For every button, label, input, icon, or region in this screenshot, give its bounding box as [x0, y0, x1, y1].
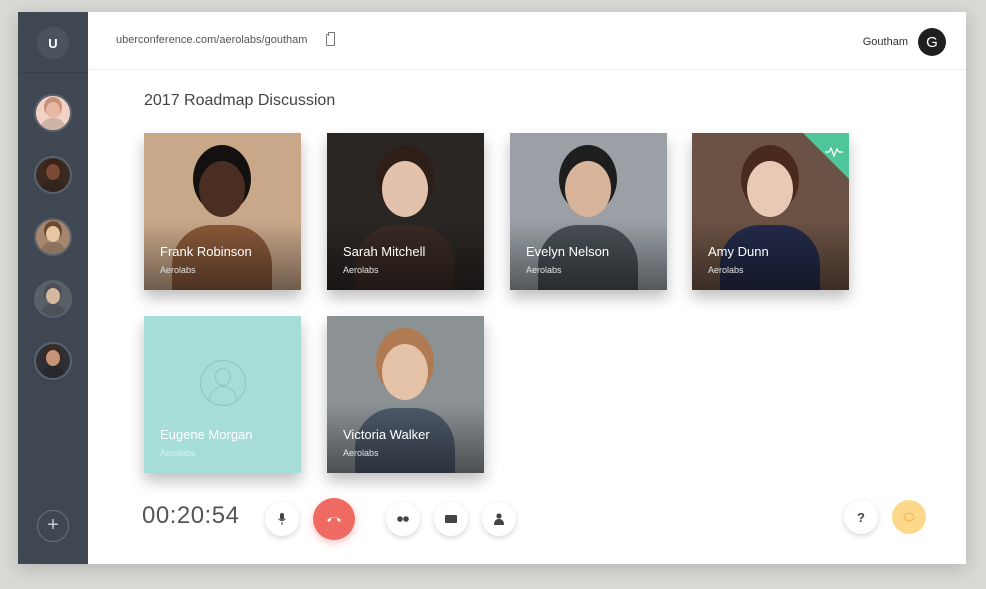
call-timer: 00:20:54	[142, 502, 240, 529]
participant-name: Eugene Morgan	[160, 427, 253, 442]
participant-face	[199, 161, 245, 217]
participant-org: Aerolabs	[160, 448, 196, 458]
microphone-icon	[278, 513, 286, 525]
participant-tile[interactable]: Eugene Morgan Aerolabs	[144, 316, 301, 473]
participant-name: Sarah Mitchell	[343, 244, 426, 259]
participant-name: Evelyn Nelson	[526, 244, 610, 259]
sidebar-participant-avatar[interactable]	[34, 218, 72, 256]
end-call-button[interactable]	[313, 498, 355, 540]
participant-org: Aerolabs	[160, 265, 196, 275]
clipboard-icon[interactable]	[326, 32, 335, 46]
chat-button[interactable]	[892, 500, 926, 534]
mute-button[interactable]	[265, 502, 299, 536]
add-participant-button[interactable]: +	[37, 510, 69, 542]
default-avatar-icon	[200, 360, 246, 406]
chat-bubble-icon	[903, 512, 915, 522]
user-avatar[interactable]: G	[918, 28, 946, 56]
screen-share-icon	[445, 515, 457, 523]
participant-org: Aerolabs	[343, 448, 379, 458]
sidebar-participant-avatar[interactable]	[34, 156, 72, 194]
audio-wave-icon	[825, 147, 843, 157]
participant-face	[565, 161, 611, 217]
participant-tile[interactable]: Victoria Walker Aerolabs	[327, 316, 484, 473]
participant-face	[382, 344, 428, 400]
participant-tile[interactable]: Frank Robinson Aerolabs	[144, 133, 301, 290]
conference-url: uberconference.com/aerolabs/goutham	[116, 34, 308, 46]
participant-name: Frank Robinson	[160, 244, 252, 259]
video-button[interactable]	[386, 502, 420, 536]
screen-share-button[interactable]	[434, 502, 468, 536]
sidebar-participant-avatar[interactable]	[34, 280, 72, 318]
sidebar-participant-avatar[interactable]	[34, 94, 72, 132]
person-icon	[494, 513, 504, 525]
sidebar-participant-avatar[interactable]	[34, 342, 72, 380]
participant-tile[interactable]: Amy Dunn Aerolabs	[692, 133, 849, 290]
participant-org: Aerolabs	[526, 265, 562, 275]
participant-name: Victoria Walker	[343, 427, 430, 442]
phone-hangup-icon	[327, 517, 341, 522]
camera-dots-icon	[397, 516, 409, 522]
participant-tile[interactable]: Evelyn Nelson Aerolabs	[510, 133, 667, 290]
app-logo[interactable]: U	[37, 27, 69, 59]
conference-title: 2017 Roadmap Discussion	[144, 92, 336, 109]
participant-org: Aerolabs	[343, 265, 379, 275]
user-name: Goutham	[862, 36, 908, 48]
help-button[interactable]: ?	[844, 500, 878, 534]
add-person-button[interactable]	[482, 502, 516, 536]
participant-org: Aerolabs	[708, 265, 744, 275]
participant-name: Amy Dunn	[708, 244, 769, 259]
participant-face	[382, 161, 428, 217]
top-bar: uberconference.com/aerolabs/goutham Gout…	[88, 12, 966, 70]
sidebar-divider	[18, 72, 88, 73]
conference-window: U + uberconference.com/aerolabs/goutham …	[18, 12, 966, 564]
participant-tile[interactable]: Sarah Mitchell Aerolabs	[327, 133, 484, 290]
sidebar: U +	[18, 12, 88, 564]
participant-face	[747, 161, 793, 217]
